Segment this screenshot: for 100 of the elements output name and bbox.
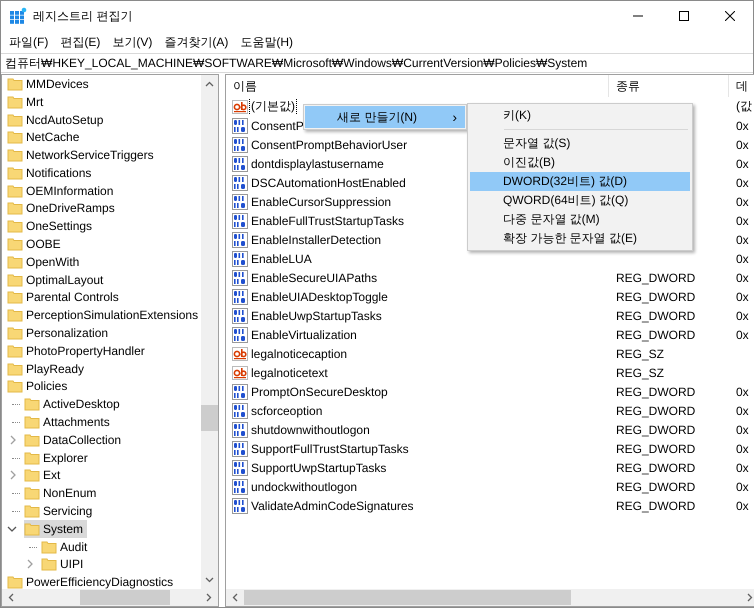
tree-item[interactable]: Parental Controls [7, 288, 123, 306]
submenu-item[interactable]: 다중 문자열 값(M) [470, 210, 690, 229]
horizontal-scrollbar[interactable] [226, 589, 754, 606]
value-data: (값 [736, 98, 752, 115]
value-name[interactable]: (기본값) [250, 98, 296, 115]
value-name[interactable]: EnableFullTrustStartupTasks [250, 214, 405, 228]
scrollbar-thumb[interactable] [201, 405, 218, 431]
value-name[interactable]: dontdisplaylastusername [250, 156, 385, 170]
tree-item[interactable]: OpenWith [7, 252, 84, 271]
vertical-scrollbar[interactable] [201, 75, 218, 589]
binary-value-icon [232, 194, 248, 210]
folder-icon [24, 467, 40, 484]
chevron-right-icon[interactable] [9, 470, 17, 480]
tree-item[interactable]: System [24, 520, 88, 538]
menu-item[interactable]: 파일(F) [3, 32, 54, 52]
value-name[interactable]: ValidateAdminCodeSignatures [250, 498, 415, 512]
tree-item[interactable]: Servicing [24, 502, 96, 520]
value-name[interactable]: SupportFullTrustStartupTasks [250, 442, 410, 456]
value-name[interactable]: EnableInstallerDetection [250, 232, 382, 246]
tree-item[interactable]: ActiveDesktop [24, 395, 124, 414]
scrollbar-thumb[interactable] [80, 590, 170, 605]
value-type: REG_DWORD [616, 498, 696, 512]
submenu-item[interactable]: 키(K) [470, 106, 690, 125]
value-name[interactable]: undockwithoutlogon [250, 480, 358, 494]
context-menu-item[interactable]: 새로 만들기(N) › [305, 106, 465, 128]
tree-item[interactable]: OptimalLayout [7, 270, 108, 289]
value-name[interactable]: EnableUwpStartupTasks [250, 308, 383, 322]
submenu-item[interactable]: 문자열 값(S) [470, 134, 690, 153]
value-name[interactable]: shutdownwithoutlogon [250, 422, 371, 436]
address-bar[interactable]: 컴퓨터₩HKEY_LOCAL_MACHINE₩SOFTWARE₩Microsoft₩Windows₩CurrentVersion₩Policies₩System [1, 53, 753, 73]
value-name[interactable]: scforceoption [250, 404, 324, 418]
menu-item[interactable]: 도움말(H) [234, 32, 299, 52]
value-name[interactable]: PromptOnSecureDesktop [250, 384, 389, 398]
value-name[interactable]: legalnoticecaption [250, 346, 348, 360]
value-type: REG_DWORD [616, 480, 696, 494]
tree-item[interactable]: OEMInformation [7, 182, 118, 200]
value-name[interactable]: EnableLUA [250, 252, 313, 266]
folder-icon [7, 147, 23, 164]
submenu-item[interactable]: QWORD(64비트) 값(Q) [470, 191, 690, 210]
tree-item[interactable]: PerceptionSimulationExtensions [7, 306, 201, 324]
value-data: 0x [736, 194, 749, 208]
submenu-item[interactable]: 이진값(B) [470, 153, 690, 172]
tree-item[interactable]: Mrt [7, 92, 48, 111]
value-name[interactable]: ConsentP [250, 118, 305, 132]
tree-item[interactable]: PlayReady [7, 360, 88, 378]
value-name[interactable]: SupportUwpStartupTasks [250, 460, 388, 474]
value-data: 0x [736, 214, 749, 228]
menu-item[interactable]: 즐겨찾기(A) [158, 32, 234, 52]
tree-item[interactable]: Notifications [7, 164, 96, 182]
tree-item[interactable]: Explorer [24, 448, 92, 467]
folder-icon [41, 538, 57, 555]
menu-item[interactable]: 보기(V) [106, 32, 158, 52]
tree-item[interactable]: OneSettings [7, 217, 96, 236]
scrollbar-thumb[interactable] [244, 590, 571, 605]
value-type: REG_SZ [616, 366, 664, 380]
value-name[interactable]: EnableSecureUIAPaths [250, 270, 378, 284]
folder-icon [7, 218, 23, 234]
value-name[interactable]: legalnoticetext [250, 366, 329, 380]
folder-icon [7, 182, 23, 199]
tree-item[interactable]: NetCache [7, 128, 84, 146]
tree-item[interactable]: Personalization [7, 324, 112, 342]
tree-item[interactable]: MMDevices [7, 75, 93, 93]
value-name[interactable]: DSCAutomationHostEnabled [250, 176, 407, 190]
value-name[interactable]: EnableVirtualization [250, 328, 358, 342]
tree-item[interactable]: PowerEfficiencyDiagnostics [7, 573, 178, 589]
chevron-right-icon[interactable] [9, 434, 17, 445]
value-data: 0x [736, 232, 749, 246]
menu-item[interactable]: 편집(E) [54, 32, 106, 52]
column-header[interactable]: 종류 [609, 75, 729, 97]
scroll-left-icon [232, 593, 238, 602]
column-header[interactable]: 이름 [226, 75, 609, 97]
submenu-item[interactable]: DWORD(32비트) 값(D) [470, 172, 690, 191]
tree-item[interactable]: OOBE [7, 235, 65, 254]
submenu-item[interactable]: 확장 가능한 문자열 값(E) [470, 229, 690, 248]
tree-item[interactable]: NetworkServiceTriggers [7, 146, 158, 164]
tree-item[interactable]: NcdAutoSetup [7, 110, 108, 128]
value-name[interactable]: EnableUIADesktopToggle [250, 290, 389, 304]
tree-item[interactable]: Ext [24, 466, 64, 484]
folder-icon [7, 254, 23, 270]
value-name[interactable]: EnableCursorSuppression [250, 194, 392, 208]
string-value-icon [232, 364, 248, 380]
tree-item[interactable]: UIPI [41, 555, 88, 574]
tree-item[interactable]: DataCollection [24, 430, 126, 449]
horizontal-scrollbar[interactable] [2, 589, 218, 606]
value-data: 0x [736, 442, 749, 456]
value-data: 0x [736, 498, 749, 512]
tree-item[interactable]: Policies [7, 377, 72, 396]
tree-item[interactable]: Audit [41, 538, 92, 556]
chevron-down-icon[interactable] [7, 524, 17, 533]
chevron-right-icon[interactable] [26, 559, 34, 570]
value-data: 0x [736, 404, 749, 418]
value-name[interactable]: ConsentPromptBehaviorUser [250, 138, 408, 152]
tree-item[interactable]: NonEnum [24, 484, 100, 502]
tree-item[interactable]: Attachments [24, 413, 114, 432]
value-type: REG_DWORD [616, 442, 696, 456]
folder-icon [7, 129, 23, 146]
tree-item[interactable]: PhotoPropertyHandler [7, 342, 149, 360]
folder-icon [41, 556, 57, 572]
tree-item[interactable]: OneDriveRamps [7, 199, 119, 218]
column-header[interactable]: 데 [729, 75, 754, 97]
